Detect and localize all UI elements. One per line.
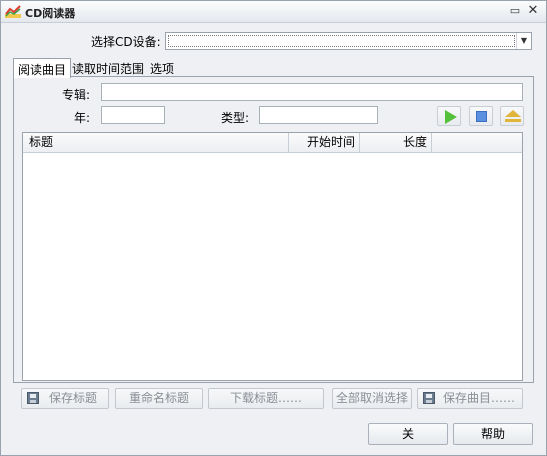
column-header-title[interactable]: 标题 — [23, 133, 289, 153]
deselect-all-label: 全部取消选择 — [335, 391, 408, 405]
cd-reader-window: CD阅读器 ▭ ✕ 选择CD设备: ▼ 阅读曲目 读取时间范围 选项 专辑: 年… — [0, 0, 547, 456]
window-title: CD阅读器 — [25, 7, 76, 20]
floppy-disk-icon — [27, 392, 39, 404]
cd-reader-app-icon — [5, 5, 21, 18]
stop-button[interactable] — [469, 106, 493, 126]
album-input[interactable] — [101, 83, 523, 101]
tab-options-label: 选项 — [150, 62, 175, 76]
year-input[interactable] — [101, 106, 165, 124]
album-label: 专辑: — [62, 88, 91, 102]
tab-read-time-range[interactable]: 读取时间范围 — [68, 58, 148, 77]
stop-icon — [476, 111, 487, 122]
column-header-length[interactable]: 长度 — [360, 133, 432, 153]
floppy-disk-icon — [423, 392, 435, 404]
device-label: 选择CD设备: — [91, 35, 161, 49]
deselect-all-button[interactable]: 全部取消选择 — [332, 388, 412, 409]
column-header-start-time[interactable]: 开始时间 — [289, 133, 360, 153]
save-titles-label: 保存标题 — [48, 391, 97, 405]
chevron-down-icon[interactable]: ▼ — [516, 33, 531, 49]
save-tracks-button[interactable]: 保存曲目…… — [417, 388, 523, 409]
help-button[interactable]: 帮助 — [453, 423, 533, 445]
help-button-label: 帮助 — [480, 427, 505, 441]
download-titles-button[interactable]: 下载标题…… — [208, 388, 324, 409]
tab-read-time-range-label: 读取时间范围 — [72, 62, 145, 76]
close-icon[interactable]: ✕ — [525, 3, 541, 19]
genre-input[interactable] — [259, 106, 378, 124]
download-titles-label: 下载标题…… — [229, 391, 302, 405]
play-button[interactable] — [437, 106, 461, 126]
save-titles-button[interactable]: 保存标题 — [21, 388, 109, 409]
tab-read-tracks-label: 阅读曲目 — [18, 63, 67, 77]
play-icon — [445, 110, 457, 124]
save-tracks-label: 保存曲目…… — [442, 391, 515, 405]
year-label: 年: — [74, 111, 91, 125]
device-select-value — [168, 35, 515, 47]
tab-options[interactable]: 选项 — [146, 58, 178, 77]
restore-icon[interactable]: ▭ — [507, 3, 523, 19]
close-button-label: 关 — [401, 427, 414, 441]
eject-button[interactable] — [500, 106, 524, 126]
title-bar[interactable]: CD阅读器 ▭ ✕ — [1, 1, 546, 23]
rename-titles-button[interactable]: 重命名标题 — [115, 388, 203, 409]
column-header-filler — [432, 133, 522, 153]
tab-read-tracks[interactable]: 阅读曲目 — [13, 58, 72, 78]
close-button[interactable]: 关 — [368, 423, 448, 445]
track-list[interactable]: 标题 开始时间 长度 — [22, 132, 523, 381]
genre-label: 类型: — [221, 111, 250, 125]
rename-titles-label: 重命名标题 — [128, 391, 189, 405]
device-select[interactable]: ▼ — [165, 32, 532, 50]
